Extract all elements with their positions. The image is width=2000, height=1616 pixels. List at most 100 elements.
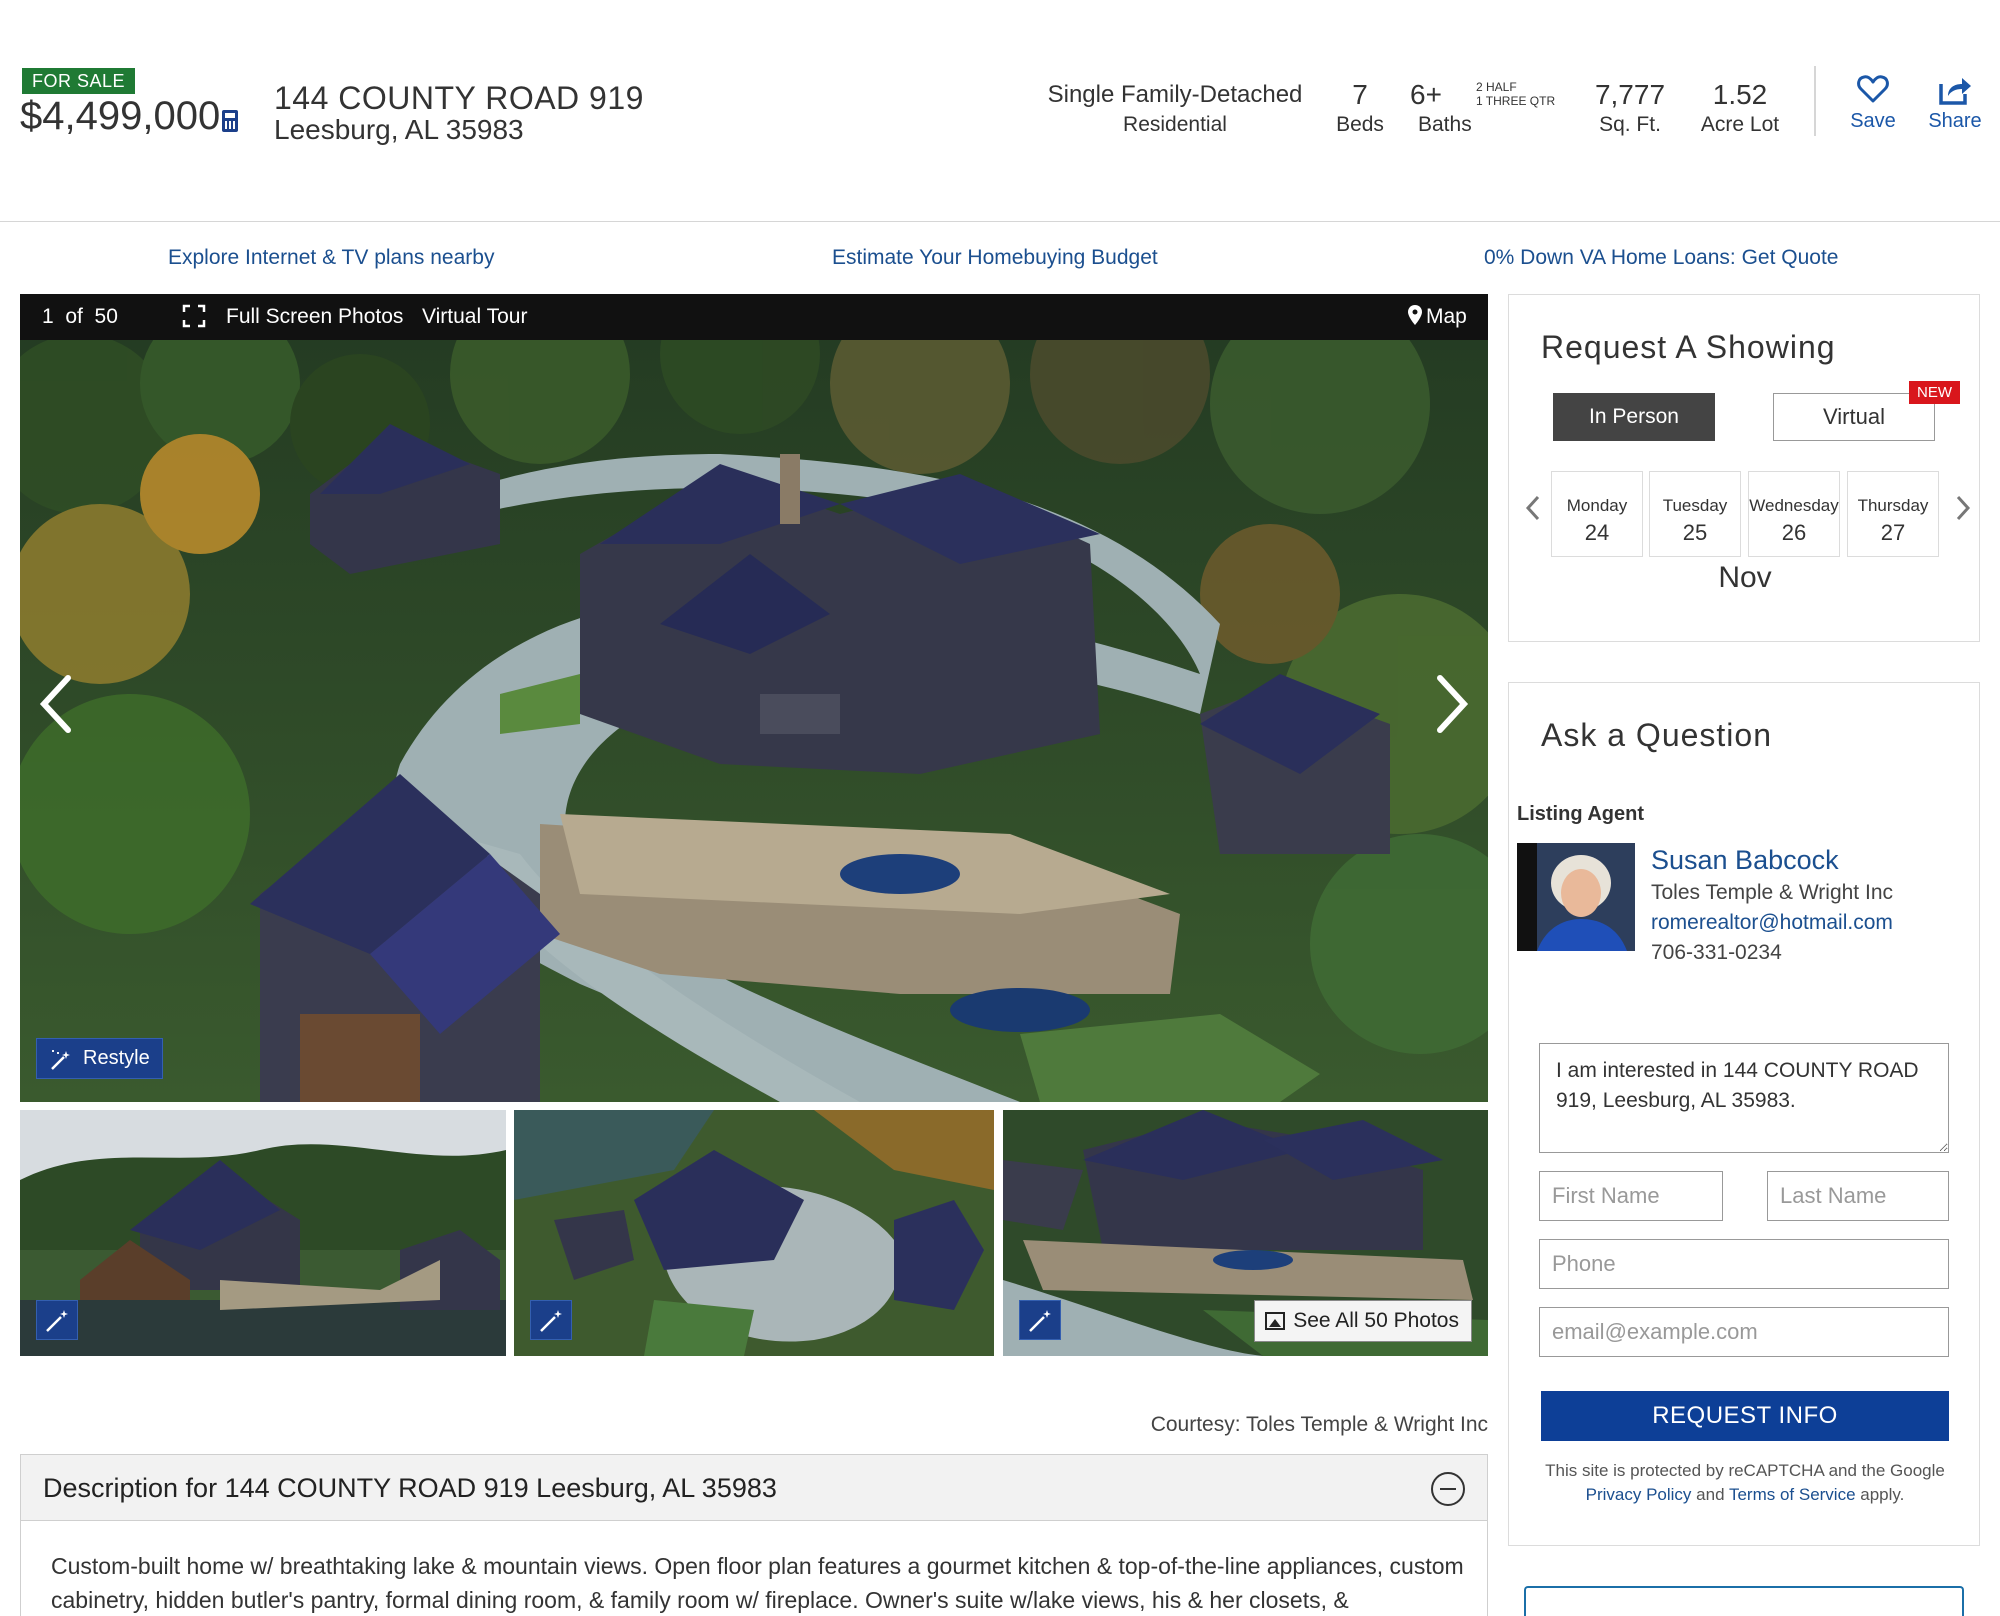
restyle-thumb-button-2[interactable]	[530, 1300, 572, 1340]
next-dates-button[interactable]	[1953, 493, 1973, 523]
main-photo[interactable]: 1 of 50 Full Screen Photos Virtual Tour …	[20, 294, 1488, 1102]
baths-three-qtr: 1 THREE QTR	[1476, 94, 1556, 108]
magic-wand-icon	[1029, 1310, 1051, 1332]
day-number: 24	[1584, 520, 1610, 545]
baths-half: 2 HALF	[1476, 80, 1517, 94]
header-divider	[1814, 66, 1816, 136]
thumbnail-photo-3[interactable]: See All 50 Photos	[1003, 1110, 1488, 1356]
description-section: Description for 144 COUNTY ROAD 919 Lees…	[20, 1454, 1488, 1616]
next-photo-button[interactable]	[1428, 664, 1478, 744]
restyle-button[interactable]: Restyle	[36, 1038, 163, 1079]
save-label: Save	[1850, 110, 1896, 132]
lake-house-thumbnail	[20, 1110, 506, 1356]
previous-dates-button[interactable]	[1523, 493, 1543, 523]
image-icon	[1265, 1312, 1286, 1330]
previous-photo-button[interactable]	[30, 664, 80, 744]
promo-va-loan-link[interactable]: 0% Down VA Home Loans: Get Quote	[1484, 246, 1838, 270]
property-type-value: Single Family-Detached	[1047, 81, 1303, 108]
beds-label: Beds	[1336, 113, 1384, 136]
date-option-tuesday[interactable]: Tuesday 25	[1649, 471, 1741, 557]
aerial-house-photo	[20, 294, 1488, 1102]
promo-internet-link[interactable]: Explore Internet & TV plans nearby	[168, 246, 494, 270]
magic-wand-icon	[49, 1048, 73, 1078]
property-type-sub: Residential	[1123, 113, 1227, 136]
agent-name-link[interactable]: Susan Babcock	[1651, 845, 1839, 876]
share-label: Share	[1928, 110, 1982, 132]
photo-toolbar: 1 of 50 Full Screen Photos Virtual Tour …	[20, 294, 1488, 340]
day-name: Tuesday	[1662, 496, 1728, 515]
description-title: Description for 144 COUNTY ROAD 919 Lees…	[43, 1473, 777, 1503]
in-person-tab[interactable]: In Person	[1553, 393, 1715, 441]
baths-note: 2 HALF 1 THREE QTR	[1476, 80, 1555, 108]
restyle-thumb-button-1[interactable]	[36, 1300, 78, 1340]
heart-icon	[1838, 74, 1908, 110]
date-option-thursday[interactable]: Thursday 27	[1847, 471, 1939, 557]
terms-of-service-link[interactable]: Terms of Service	[1729, 1485, 1856, 1504]
baths-value: 6+	[1410, 79, 1442, 110]
fullscreen-icon[interactable]	[182, 304, 206, 328]
day-name: Wednesday	[1749, 496, 1839, 515]
thumbnail-photo-2[interactable]	[514, 1110, 994, 1356]
privacy-policy-link[interactable]: Privacy Policy	[1586, 1485, 1692, 1504]
date-option-wednesday[interactable]: Wednesday 26	[1748, 471, 1840, 557]
share-button[interactable]: Share	[1920, 74, 1990, 133]
fullscreen-photos-button[interactable]: Full Screen Photos	[226, 305, 403, 329]
lot-stat: 1.52 Acre Lot	[1690, 80, 1790, 140]
see-all-photos-button[interactable]: See All 50 Photos	[1254, 1300, 1472, 1342]
chevron-left-icon	[1525, 495, 1540, 521]
message-textarea[interactable]: I am interested in 144 COUNTY ROAD 919, …	[1539, 1043, 1949, 1153]
map-button[interactable]: Map	[1426, 305, 1467, 329]
day-name: Monday	[1566, 496, 1628, 515]
agent-email-link[interactable]: romerealtor@hotmail.com	[1651, 911, 1893, 935]
save-button[interactable]: Save	[1838, 74, 1908, 133]
restyle-thumb-button-3[interactable]	[1019, 1300, 1061, 1340]
chevron-left-icon	[39, 675, 71, 733]
agent-avatar	[1517, 843, 1635, 951]
phone-field[interactable]	[1539, 1239, 1949, 1289]
address-city: Leesburg, AL 35983	[274, 114, 524, 145]
next-panel-partial	[1524, 1586, 1964, 1616]
request-showing-title: Request A Showing	[1541, 329, 1836, 365]
lot-label: Acre Lot	[1700, 113, 1780, 136]
listing-price: $4,499,000	[20, 94, 221, 138]
first-name-field[interactable]	[1539, 1171, 1723, 1221]
restyle-label: Restyle	[83, 1047, 150, 1069]
recaptcha-apply: apply.	[1855, 1485, 1905, 1504]
listing-courtesy: Courtesy: Toles Temple & Wright Inc	[1150, 1413, 1488, 1436]
address-street: 144 COUNTY ROAD 919	[274, 80, 644, 116]
new-badge: NEW	[1909, 381, 1960, 404]
calculator-icon[interactable]	[222, 110, 238, 132]
request-showing-panel: Request A Showing In Person Virtual NEW …	[1508, 294, 1980, 642]
lot-value: 1.52	[1712, 79, 1768, 110]
aerial-thumbnail	[514, 1110, 994, 1356]
sqft-stat: 7,777 Sq. Ft.	[1580, 80, 1680, 140]
sqft-value: 7,777	[1594, 79, 1666, 110]
beds-value: 7	[1352, 79, 1368, 110]
day-name: Thursday	[1857, 496, 1929, 515]
recaptcha-notice: This site is protected by reCAPTCHA and …	[1525, 1459, 1965, 1507]
property-type: Single Family-Detached Residential	[1040, 80, 1310, 140]
baths-stat: 6+ 2 HALF 1 THREE QTR Baths	[1410, 80, 1560, 140]
description-header[interactable]: Description for 144 COUNTY ROAD 919 Lees…	[21, 1455, 1487, 1521]
chevron-right-icon	[1437, 675, 1469, 733]
date-option-monday[interactable]: Monday 24	[1551, 471, 1643, 557]
request-info-button[interactable]: REQUEST INFO	[1541, 1391, 1949, 1441]
collapse-minus-icon[interactable]	[1431, 1472, 1465, 1506]
magic-wand-icon	[46, 1310, 68, 1332]
virtual-tour-button[interactable]: Virtual Tour	[422, 305, 527, 329]
share-icon	[1920, 74, 1990, 110]
day-number: 25	[1682, 520, 1708, 545]
agent-phone: 706-331-0234	[1651, 941, 1782, 964]
day-number: 27	[1880, 520, 1906, 545]
beds-stat: 7 Beds	[1330, 80, 1390, 140]
see-all-label: See All 50 Photos	[1293, 1309, 1459, 1332]
thumbnail-photo-1[interactable]	[20, 1110, 506, 1356]
agent-company: Toles Temple & Wright Inc	[1651, 881, 1893, 904]
photo-counter: 1 of 50	[42, 305, 118, 328]
listing-agent-label: Listing Agent	[1517, 803, 1645, 825]
email-field[interactable]	[1539, 1307, 1949, 1357]
map-pin-icon[interactable]	[1408, 305, 1422, 331]
last-name-field[interactable]	[1767, 1171, 1949, 1221]
promo-budget-link[interactable]: Estimate Your Homebuying Budget	[832, 246, 1158, 270]
recaptcha-and: and	[1691, 1485, 1729, 1504]
